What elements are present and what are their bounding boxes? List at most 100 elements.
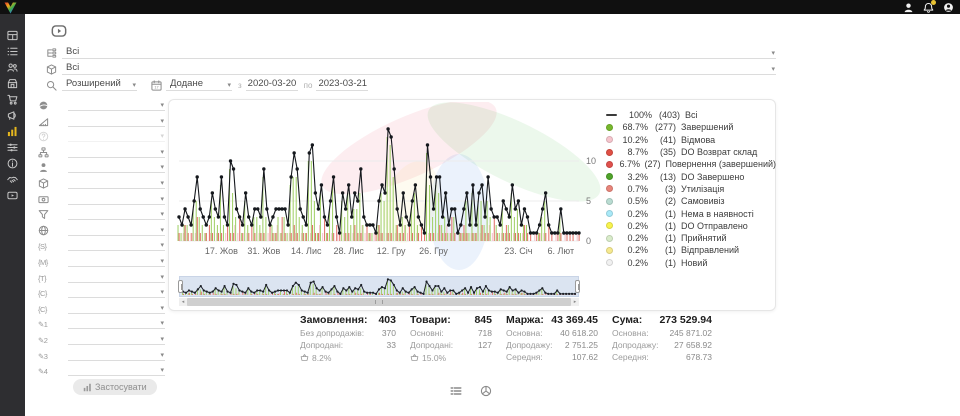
sidebar-item-info[interactable] [0, 156, 25, 170]
legend-item[interactable]: 3.2%(13)DO Завершено [606, 170, 776, 182]
side-filter-select[interactable]: ▾ [68, 114, 165, 127]
date-from-input[interactable]: 2020-03-20 [246, 78, 298, 91]
stats-column: Товари:845Основні:718Допродані:12715.0% [410, 314, 492, 364]
category-filter-select[interactable]: Всі ▾ [62, 46, 776, 59]
side-filter-select[interactable]: ▾ [68, 301, 165, 314]
legend-item[interactable]: 6.7%(27)Повернення (завершений) [606, 158, 776, 170]
side-filter-select[interactable]: ▾ [68, 316, 165, 329]
legend-item[interactable]: 0.2%(1)DO Отправлено [606, 220, 776, 232]
stat-sub-label: Основні: [410, 328, 444, 340]
sidebar-item-store[interactable] [0, 76, 25, 90]
date-field-select[interactable]: Додане ▾ [166, 78, 232, 91]
donut-chart-icon[interactable] [480, 384, 492, 396]
side-filter-select[interactable]: ▾ [68, 192, 165, 205]
cart-icon [7, 92, 18, 106]
sidebar-item-dashboard[interactable] [0, 28, 25, 42]
sidebar-item-partners[interactable] [0, 172, 25, 186]
side-filter-select[interactable]: ▾ [68, 98, 165, 111]
funnel-icon [38, 209, 49, 220]
side-filter-select[interactable]: ▾ [68, 238, 165, 251]
side-filter-select[interactable]: ▾ [68, 145, 165, 158]
scroll-left-icon[interactable]: ◂ [179, 298, 187, 306]
side-filter-select[interactable]: ▾ [68, 223, 165, 236]
side-filter-select: ▾ [68, 129, 165, 142]
date-to-value: 2023-03-21 [318, 78, 367, 89]
stat-value: 273 529.94 [659, 314, 712, 328]
utm-source-icon: {S} [38, 242, 47, 251]
legend-item[interactable]: 8.7%(35)DO Возврат склад [606, 146, 776, 158]
side-filter-select[interactable]: ▾ [68, 348, 165, 361]
chevron-down-icon: ▾ [160, 289, 164, 296]
legend-item[interactable]: 68.7%(277)Завершений [606, 121, 776, 133]
legend-swatch [606, 247, 613, 254]
legend-swatch [606, 136, 613, 143]
side-filter-select[interactable]: ▾ [68, 285, 165, 298]
side-filter-select[interactable]: ▾ [68, 254, 165, 267]
sidebar-item-customers[interactable] [0, 60, 25, 74]
chevron-down-icon: ▾ [160, 149, 164, 156]
scroll-right-icon[interactable]: ▸ [571, 298, 579, 306]
chevron-down-icon: ▾ [160, 227, 164, 234]
product-filter-select[interactable]: Всі ▾ [62, 62, 776, 75]
navigator-handle-left[interactable] [178, 280, 183, 293]
help-circle-icon [38, 131, 49, 142]
side-filter-utm-medium: {M}▾ [35, 254, 165, 267]
chevron-down-icon: ▾ [771, 50, 775, 57]
search-mode-select[interactable]: Розширений ▾ [62, 78, 137, 91]
legend-item[interactable]: 0.2%(1)Відправлений [606, 244, 776, 256]
legend-swatch [606, 198, 613, 205]
side-filter-select[interactable]: ▾ [68, 160, 165, 173]
apply-button[interactable]: Застосувати [73, 379, 157, 395]
legend-percent: 100% [622, 110, 652, 120]
chevron-down-icon: ▾ [132, 82, 136, 89]
side-filter-sitemap: ▾ [35, 145, 165, 158]
legend-item[interactable]: 10.2%(41)Відмова [606, 134, 776, 146]
legend-item[interactable]: 0.7%(3)Утилізація [606, 183, 776, 195]
legend-item[interactable]: 0.2%(1)Нема в наявності [606, 207, 776, 219]
stats-column: Сума:273 529.94Основна:245 871.02Допрода… [612, 314, 712, 364]
sidebar-item-announcements[interactable] [0, 108, 25, 122]
sidebar-item-statistics[interactable] [0, 124, 25, 138]
svg-text:31. Жов: 31. Жов [247, 246, 280, 256]
bell-icon[interactable] [923, 2, 934, 13]
legend-count: (1) [648, 258, 676, 268]
side-filter-select[interactable]: ▾ [68, 363, 165, 376]
side-filter-package: ▾ [35, 176, 165, 189]
legend-percent: 0.2% [618, 209, 648, 219]
navigator-handle-right[interactable] [575, 280, 580, 293]
side-filter-select[interactable]: ▾ [68, 207, 165, 220]
chart-scrollbar[interactable]: ◂ ▸ [179, 298, 579, 306]
avatar-icon[interactable] [943, 2, 954, 13]
scrollbar-thumb[interactable] [187, 298, 571, 306]
sitemap-icon [38, 147, 49, 158]
sidebar-item-settings[interactable] [0, 140, 25, 154]
side-filter-custom-field-4: ✎4▾ [35, 363, 165, 376]
side-filter-select[interactable]: ▾ [68, 332, 165, 345]
ticket-icon[interactable] [48, 23, 70, 39]
date-to-input[interactable]: 2023-03-21 [316, 78, 368, 91]
user-icon[interactable] [903, 2, 914, 13]
apply-button-label: Застосувати [95, 382, 147, 392]
legend-item[interactable]: 100%(403)Всі [606, 109, 776, 121]
legend-item[interactable]: 0.2%(1)Новий [606, 257, 776, 269]
stat-sub-label: Середня: [506, 352, 543, 364]
sidebar-item-videos[interactable] [0, 188, 25, 202]
sidebar-item-orders[interactable] [0, 44, 25, 58]
category-tree-icon [46, 48, 57, 59]
legend-item[interactable]: 0.2%(1)Прийнятий [606, 232, 776, 244]
list-view-icon[interactable] [450, 384, 462, 396]
side-filter-select[interactable]: ▾ [68, 176, 165, 189]
brand-logo-icon[interactable] [4, 1, 17, 13]
chart-navigator[interactable] [179, 276, 579, 297]
legend-count: (277) [648, 122, 676, 132]
side-filter-utm-term: {T}▾ [35, 270, 165, 283]
legend-percent: 0.7% [618, 184, 648, 194]
chevron-down-icon: ▾ [227, 82, 231, 89]
sidebar-item-cart[interactable] [0, 92, 25, 106]
side-filter-select[interactable]: ▾ [68, 270, 165, 283]
legend-count: (403) [652, 110, 680, 120]
legend-item[interactable]: 0.5%(2)Самовивіз [606, 195, 776, 207]
svg-text:28. Лис: 28. Лис [333, 246, 364, 256]
chevron-down-icon: ▾ [160, 305, 164, 312]
stat-sub-value: 2 751.25 [565, 340, 598, 352]
